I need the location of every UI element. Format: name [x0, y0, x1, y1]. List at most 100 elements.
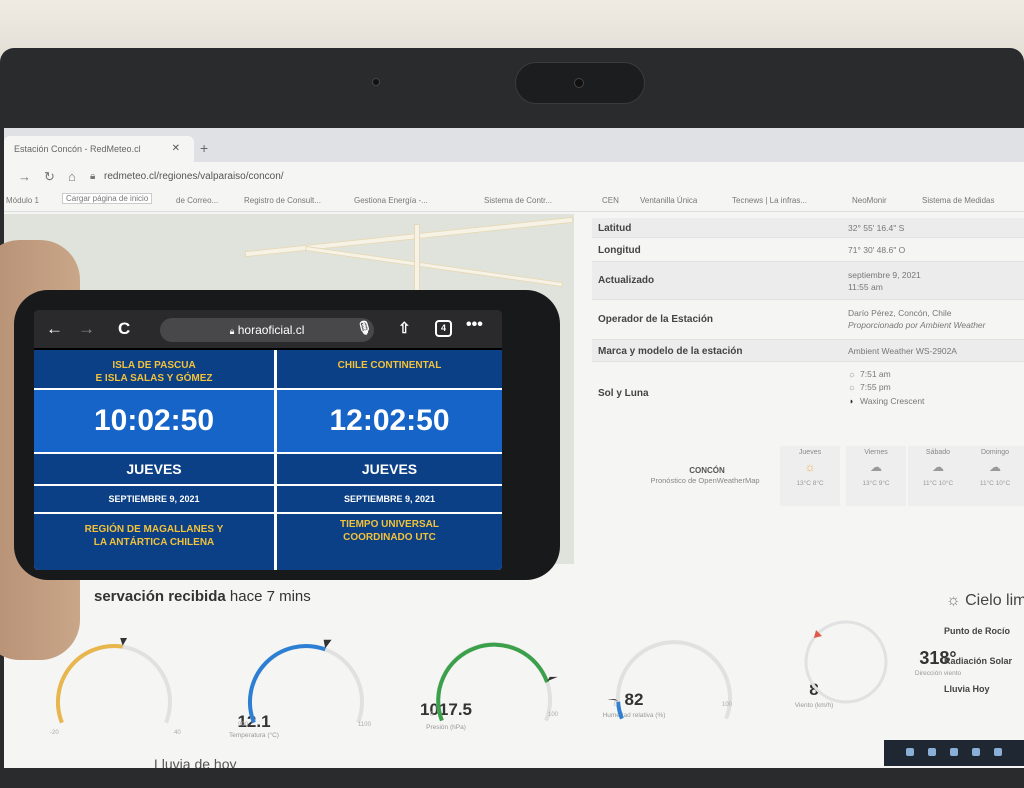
bookmark-item[interactable]: Sistema de Medidas: [922, 196, 994, 205]
region-utc: TIEMPO UNIVERSAL COORDINADO UTC: [277, 514, 502, 570]
tab-close-icon[interactable]: ✕: [172, 143, 180, 154]
dew-point-label: Punto de Rocío: [944, 626, 1010, 636]
bookmark-item[interactable]: Tecnews | La infras...: [732, 196, 807, 205]
smartphone: ← → C 🔒︎ horaoficial.cl 🎙︎ ⇧ 4 ••• ISLA …: [14, 290, 560, 580]
sky-condition-text: Cielo lim: [965, 592, 1024, 609]
region-line: TIEMPO UNIVERSAL: [340, 519, 439, 530]
bookmark-tooltip: Cargar página de inicio: [62, 193, 153, 204]
share-icon[interactable]: ⇧: [398, 319, 411, 337]
forecast-day-name: Jueves: [798, 449, 822, 456]
sunrise-icon: ☼: [848, 369, 856, 379]
taskbar-icon[interactable]: [928, 748, 936, 756]
gauge-marker: [323, 639, 332, 649]
forecast-day: Domingo ☁︎ 11°C 10°C: [966, 446, 1024, 506]
info-value: 71° 30' 48.6" O: [848, 245, 906, 255]
moon-phase: Waxing Crescent: [860, 396, 925, 406]
gauge-arc: [248, 639, 364, 724]
region-line: ISLA DE PASCUA: [112, 360, 196, 371]
reload-icon[interactable]: C: [118, 319, 130, 339]
info-label: Longitud: [598, 245, 641, 256]
home-icon[interactable]: ⌂: [68, 169, 76, 184]
gauge-marker: [547, 676, 558, 682]
browser-tab[interactable]: Estación Concón - RedMeteo.cl ✕: [4, 136, 194, 162]
phone-screen: ← → C 🔒︎ horaoficial.cl 🎙︎ ⇧ 4 ••• ISLA …: [34, 310, 502, 570]
bookmark-item[interactable]: Sistema de Contr...: [484, 196, 552, 205]
url-field[interactable]: redmeteo.cl/regiones/valparaiso/concon/: [104, 171, 284, 182]
sun-icon: ☼: [946, 592, 961, 609]
wind-direction-ring: [804, 620, 888, 704]
observation-title-bold: servación recibida: [94, 588, 226, 605]
forecast-city: CONCÓN: [689, 466, 725, 475]
browser-addressbar: → ↻ ⌂ 🔒︎ redmeteo.cl/regiones/valparaiso…: [4, 162, 1024, 192]
gauge-min: 900: [238, 722, 249, 728]
bookmark-item[interactable]: Registro de Consult...: [244, 196, 321, 205]
taskbar-icon[interactable]: [950, 748, 958, 756]
info-row-longitude: Longitud 71° 30' 48.6" O: [592, 238, 1024, 262]
back-arrow-icon[interactable]: ←: [46, 319, 63, 339]
forecast-day-temps: 13°C 9°C: [862, 480, 890, 487]
map-road: [304, 245, 564, 288]
taskbar-icon[interactable]: [906, 748, 914, 756]
taskbar-icon[interactable]: [972, 748, 980, 756]
forecast-day-name: Viernes: [864, 449, 888, 456]
moon-icon: ◗: [849, 396, 855, 406]
info-row-updated: Actualizado septiembre 9, 2021 11:55 am: [592, 262, 1024, 300]
gauge-label: Dirección viento: [914, 670, 962, 677]
forecast-day: Jueves ☼ 13°C 8°C: [780, 446, 840, 506]
region-continental: CHILE CONTINENTAL: [277, 350, 502, 388]
forecast-day-name: Domingo: [980, 449, 1009, 456]
sunset-time: 7:55 pm: [860, 382, 891, 392]
taskbar-icon[interactable]: [994, 748, 1002, 756]
pressure-gauge: 1017.5 Presión (hPa) 900 1100: [236, 638, 472, 738]
region-line: REGIÓN DE MAGALLANES Y: [84, 524, 224, 535]
time-easter-island: 10:02:50: [34, 390, 274, 452]
forecast-day: Viernes ☁︎ 13°C 9°C: [846, 446, 906, 506]
forward-arrow-icon[interactable]: →: [78, 319, 95, 339]
bookmarks-bar: Módulo 1 Cargar página de inicio de Corr…: [4, 192, 1024, 212]
reload-icon[interactable]: ↻: [44, 169, 55, 185]
solar-radiation-label: Radiación Solar: [944, 656, 1013, 666]
bookmark-item[interactable]: Módulo 1: [6, 196, 39, 205]
bookmark-item[interactable]: NeoMonir: [852, 196, 887, 205]
gauge-max: 1100: [358, 722, 371, 728]
sun-icon: ☼: [804, 460, 816, 474]
station-info-table: Latitud 32° 55' 16.4" S Longitud 71° 30'…: [592, 218, 1024, 424]
wind-direction-gauge: 318° Dirección viento: [800, 616, 961, 708]
observation-title: servación recibida hace 7 mins: [94, 588, 311, 605]
bookmark-item[interactable]: Gestiona Energía -...: [354, 196, 428, 205]
bookmark-item[interactable]: de Correo...: [176, 196, 218, 205]
sunrise-time: 7:51 am: [860, 369, 891, 379]
gauge-max: 100: [722, 702, 733, 708]
region-line: E ISLA SALAS Y GÓMEZ: [95, 373, 213, 384]
new-tab-icon[interactable]: +: [200, 140, 208, 156]
forecast-panel: CONCÓN Pronóstico de OpenWeatherMap Juev…: [592, 428, 1024, 508]
info-value: 32° 55' 16.4" S: [848, 223, 905, 233]
tabs-count-icon[interactable]: 4: [435, 320, 452, 337]
browser-tabbar: Estación Concón - RedMeteo.cl ✕ +: [4, 128, 1024, 162]
forecast-subtitle: Pronóstico de OpenWeatherMap: [650, 476, 760, 485]
info-label: Actualizado: [598, 275, 655, 286]
humidity-gauge: 82 Humedad relativa (%) 0 100: [424, 636, 665, 736]
sunset-icon: ☼: [848, 382, 856, 392]
bookmark-item[interactable]: CEN: [602, 196, 619, 205]
phone-url-text: horaoficial.cl: [237, 323, 305, 337]
info-row-model: Marca y modelo de la estación Ambient We…: [592, 340, 1024, 362]
phone-url-field[interactable]: 🔒︎ horaoficial.cl: [160, 318, 374, 342]
sky-condition: ☼ Cielo lim: [946, 592, 1024, 610]
bookmark-item[interactable]: Ventanilla Única: [640, 196, 697, 205]
more-menu-icon[interactable]: •••: [466, 316, 483, 334]
phone-browser-bar: ← → C 🔒︎ horaoficial.cl 🎙︎ ⇧ 4 •••: [34, 310, 502, 348]
gauge-min: -20: [50, 730, 59, 736]
forecast-day: Sábado ☁︎ 11°C 10°C: [908, 446, 968, 506]
info-value: 11:55 am: [848, 282, 883, 292]
microphone-icon[interactable]: 🎙︎: [356, 320, 373, 336]
forecast-day-name: Sábado: [925, 449, 951, 456]
webcam-housing: [515, 62, 645, 104]
lock-icon: 🔒︎: [229, 326, 235, 336]
back-icon[interactable]: →: [18, 169, 31, 184]
gauge-arc: [607, 640, 732, 720]
date-easter-island: SEPTIEMBRE 9, 2021: [34, 486, 274, 512]
cloud-icon: ☁︎: [870, 460, 882, 474]
region-magallanes: REGIÓN DE MAGALLANES Y LA ANTÁRTICA CHIL…: [34, 514, 274, 570]
info-label: Sol y Luna: [598, 388, 649, 399]
